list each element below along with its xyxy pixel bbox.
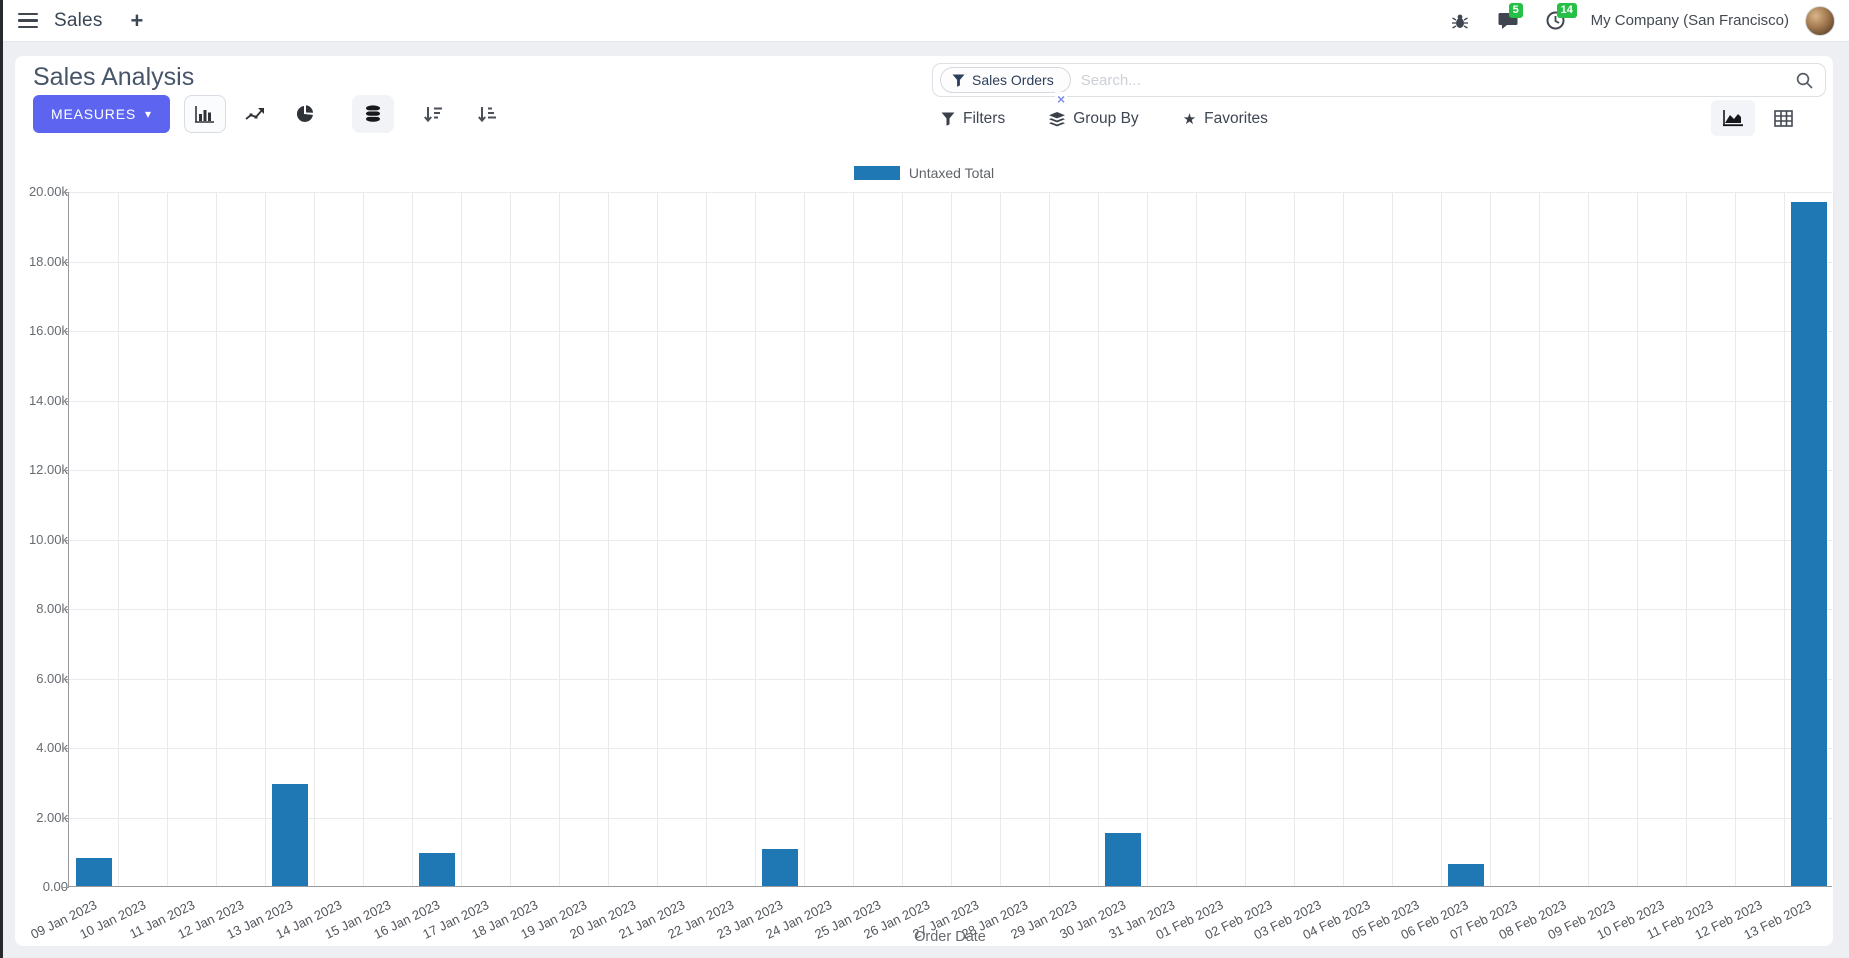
legend-swatch <box>853 166 900 180</box>
gridline-h <box>69 748 1832 749</box>
y-tick-mark <box>62 678 69 680</box>
messages-menu[interactable]: 5 <box>1497 2 1523 32</box>
app-name[interactable]: Sales <box>54 10 103 32</box>
y-tick-mark <box>62 817 69 819</box>
y-tick-mark <box>62 887 69 888</box>
bar[interactable] <box>761 849 798 886</box>
debug-bug-icon[interactable] <box>1449 10 1471 32</box>
chart-area: Untaxed Total 0.00 2.00k 4.00k 6.00k 8.00k 10… <box>15 56 1834 946</box>
x-axis-title: Order Date <box>914 929 986 945</box>
y-tick-mark <box>62 609 69 610</box>
chart-legend[interactable]: Untaxed Total <box>15 165 1833 181</box>
activities-menu[interactable]: 14 <box>1545 2 1577 32</box>
company-switcher[interactable]: My Company (San Francisco) <box>1591 12 1789 29</box>
bar[interactable] <box>418 853 455 886</box>
plus-icon[interactable]: + <box>131 9 144 32</box>
apps-menu-icon[interactable] <box>18 12 38 29</box>
gridline-h <box>69 470 1832 471</box>
y-tick-mark <box>62 192 69 193</box>
legend-label: Untaxed Total <box>908 165 995 181</box>
bar[interactable] <box>271 784 308 886</box>
plot-area <box>62 192 1834 888</box>
message-count-badge: 5 <box>1508 2 1523 18</box>
y-tick-mark <box>62 331 69 332</box>
top-navbar: Sales + 5 14 My Company (San Francisco) <box>0 0 1849 42</box>
gridline-h <box>69 400 1832 402</box>
y-tick-mark <box>62 539 69 541</box>
bar[interactable] <box>1447 864 1484 886</box>
bar[interactable] <box>1790 201 1827 886</box>
bar[interactable] <box>1104 833 1141 886</box>
y-tick-mark <box>62 470 69 471</box>
content-card: Sales Analysis MEASURES ▾ Sales Orders S… <box>15 56 1834 946</box>
y-tick-mark <box>62 400 69 402</box>
y-axis: 0.00 2.00k 4.00k 6.00k 8.00k 10.00k 12.00k 14.0… <box>21 184 68 894</box>
bar[interactable] <box>75 858 112 886</box>
gridline-h <box>69 539 1832 541</box>
activity-count-badge: 14 <box>1556 2 1577 18</box>
gridline-h <box>69 678 1832 680</box>
gridline-h <box>69 609 1832 610</box>
gridline-v <box>1833 192 1834 886</box>
gridline-h <box>69 817 1832 819</box>
y-tick-mark <box>62 748 69 749</box>
gridline-h <box>69 261 1832 263</box>
y-tick-mark <box>62 261 69 263</box>
gridline-h <box>69 192 1832 193</box>
gridline-h <box>69 331 1832 332</box>
screen-edge <box>0 0 3 958</box>
user-avatar[interactable] <box>1805 5 1835 36</box>
bug-icon <box>1451 14 1468 29</box>
